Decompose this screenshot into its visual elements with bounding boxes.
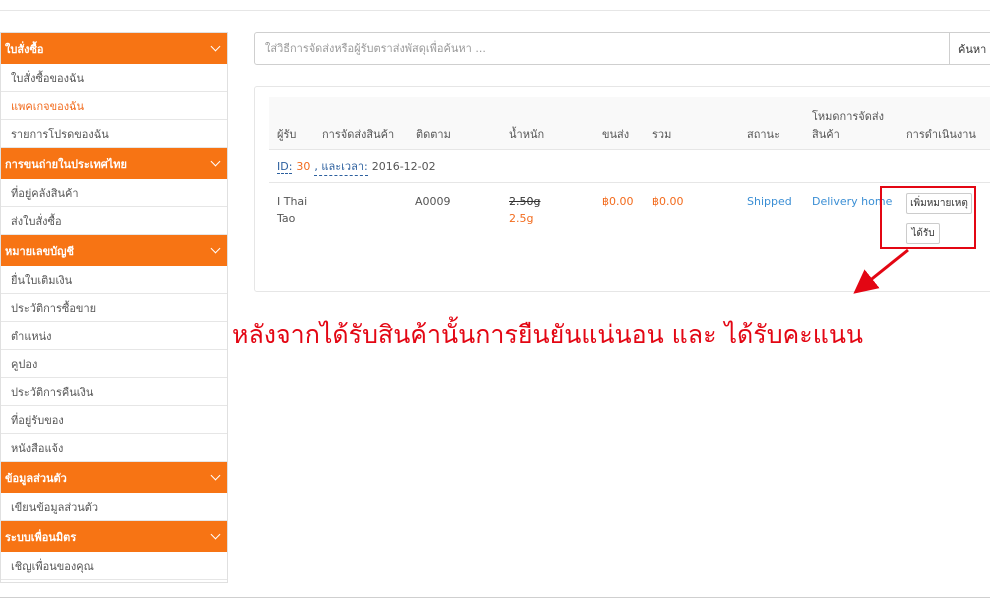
sidebar-section-account[interactable]: หมายเลขบัญชี: [1, 235, 227, 266]
header-total: รวม: [652, 128, 672, 141]
highlight-box: [880, 186, 976, 249]
search-bar: ค้นหา: [254, 32, 990, 65]
sidebar-section-title: ใบสั่งซื้อ: [5, 42, 44, 56]
sidebar-section-thai-shipping[interactable]: การขนถ่ายในประเทศไทย: [1, 148, 227, 179]
header-delivery-mode-line2: สินค้า: [812, 128, 840, 141]
header-shipping: การจัดส่งสินค้า: [322, 128, 395, 141]
package-date-label: , และเวลา:: [314, 157, 368, 176]
sidebar-section-friends[interactable]: ระบบเพื่อนมิตร: [1, 521, 227, 552]
tracking-number: A0009: [415, 195, 451, 208]
sidebar-item-coupons[interactable]: คูปอง: [1, 350, 227, 378]
sidebar-item-position[interactable]: ตำแหน่ง: [1, 322, 227, 350]
sidebar-section-title: หมายเลขบัญชี: [5, 244, 74, 258]
search-input[interactable]: [255, 33, 949, 64]
chevron-down-icon: [210, 243, 221, 254]
sidebar-item-refund-history[interactable]: ประวัติการคืนเงิน: [1, 378, 227, 406]
header-recipient: ผู้รับ: [277, 128, 297, 141]
weight-new: 2.5g: [509, 212, 534, 225]
weight-old: 2.50g: [509, 195, 541, 208]
sidebar-section-title: ระบบเพื่อนมิตร: [5, 530, 77, 544]
sidebar-item-edit-profile[interactable]: เขียนข้อมูลส่วนตัว: [1, 493, 227, 521]
sidebar-item-receive-address[interactable]: ที่อยู่รับของ: [1, 406, 227, 434]
sidebar-section-title: การขนถ่ายในประเทศไทย: [5, 157, 127, 171]
chevron-down-icon: [210, 156, 221, 167]
sidebar-item-warehouse-address[interactable]: ที่อยู่คลังสินค้า: [1, 179, 227, 207]
package-id-row: ID: 30 , และเวลา: 2016-12-02: [269, 151, 990, 183]
package-date: 2016-12-02: [371, 160, 436, 173]
status-badge: Shipped: [747, 195, 792, 208]
annotation-text: หลังจากได้รับสินค้านั้นการยืนยันแน่นอน แ…: [232, 320, 864, 349]
header-actions: การดำเนินงาน: [906, 128, 976, 141]
sidebar-item-notices[interactable]: หนังสือแจ้ง: [1, 434, 227, 462]
header-tracking: ติดตาม: [416, 128, 451, 141]
chevron-down-icon: [210, 470, 221, 481]
sidebar-section-title: ข้อมูลส่วนตัว: [5, 471, 67, 485]
sidebar-item-topup[interactable]: ยื่นใบเติมเงิน: [1, 266, 227, 294]
recipient-line1: I Thai: [277, 195, 308, 208]
recipient-line2: Tao: [277, 212, 296, 225]
package-id-label: ID:: [277, 159, 293, 174]
sidebar-item-favorites[interactable]: รายการโปรดของฉัน: [1, 120, 227, 148]
sidebar-item-my-orders[interactable]: ใบสั่งซื้อของฉัน: [1, 64, 227, 92]
header-weight: น้ำหนัก: [509, 128, 545, 141]
sidebar-section-profile[interactable]: ข้อมูลส่วนตัว: [1, 462, 227, 493]
chevron-down-icon: [210, 41, 221, 52]
table-header: ผู้รับ การจัดส่งสินค้า ติดตาม น้ำหนัก ขน…: [269, 97, 990, 150]
sidebar-section-orders[interactable]: ใบสั่งซื้อ: [1, 33, 227, 64]
bottom-divider: [0, 597, 990, 598]
sidebar-item-invite-friends[interactable]: เชิญเพื่อนของคุณ: [1, 552, 227, 580]
sidebar: ใบสั่งซื้อ ใบสั่งซื้อของฉัน แพคเกจของฉัน…: [0, 32, 228, 583]
sidebar-item-my-packages[interactable]: แพคเกจของฉัน: [1, 92, 227, 120]
freight-cost: ฿0.00: [602, 195, 634, 208]
sidebar-item-submit-order[interactable]: ส่งใบสั่งซื้อ: [1, 207, 227, 235]
header-freight: ขนส่ง: [602, 128, 630, 141]
package-id[interactable]: 30: [296, 160, 310, 173]
header-status: สถานะ: [747, 128, 780, 141]
total-cost: ฿0.00: [652, 195, 684, 208]
top-divider: [0, 10, 990, 11]
header-delivery-mode: โหมดการจัดส่ง: [812, 110, 884, 123]
sidebar-item-transactions[interactable]: ประวัติการซื้อขาย: [1, 294, 227, 322]
search-button[interactable]: ค้นหา: [949, 33, 990, 64]
chevron-down-icon: [210, 529, 221, 540]
